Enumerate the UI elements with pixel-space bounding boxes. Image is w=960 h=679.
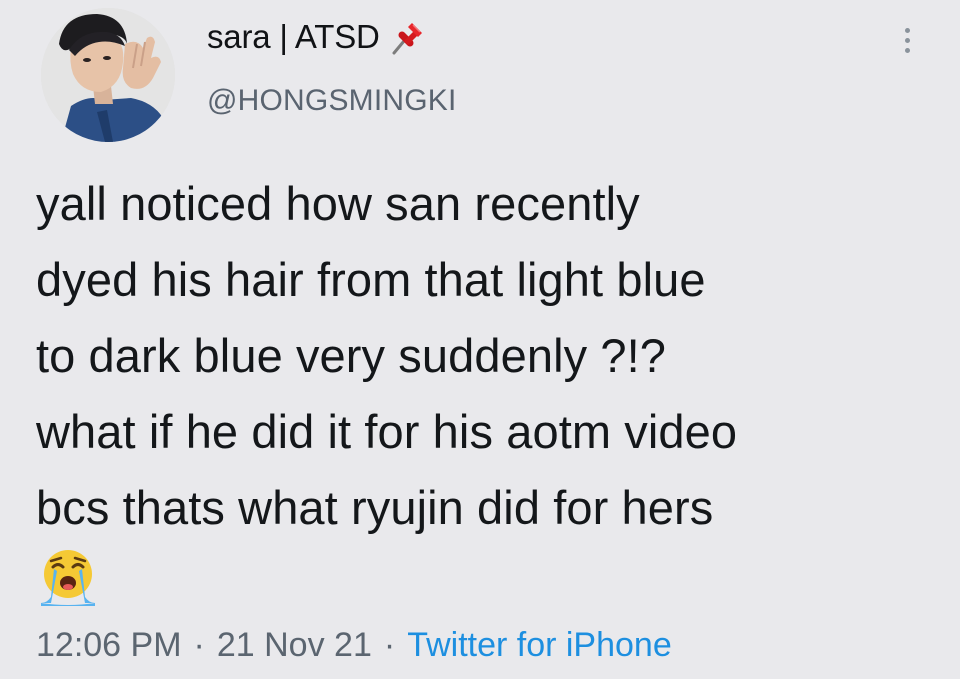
dot-icon xyxy=(904,37,910,43)
avatar-photo xyxy=(41,8,175,142)
author-name-row[interactable]: sara | ATSD xyxy=(207,18,426,56)
tweet-time[interactable]: 12:06 PM xyxy=(36,626,182,665)
tweet-text-line: what if he did it for his aotm video xyxy=(36,405,738,458)
pushpin-emoji-icon xyxy=(390,19,426,55)
author-handle[interactable]: @HONGSMINGKI xyxy=(207,84,457,118)
dot-icon xyxy=(904,27,910,33)
loudly-crying-face-icon xyxy=(37,545,99,607)
tweet-text-line: bcs thats what ryujin did for hers xyxy=(36,481,714,534)
meta-separator: · xyxy=(193,626,205,664)
tweet-text-line: to dark blue very suddenly ?!? xyxy=(36,329,667,382)
tweet-source-link[interactable]: Twitter for iPhone xyxy=(407,626,672,665)
tweet-card: sara | ATSD @HONGSMINGKI yall noticed ho… xyxy=(0,0,960,679)
tweet-text-line: yall noticed how san recently xyxy=(36,177,640,230)
tweet-meta: 12:06 PM · 21 Nov 21 · Twitter for iPhon… xyxy=(36,626,672,665)
more-options-button[interactable] xyxy=(890,20,924,60)
meta-separator: · xyxy=(383,626,396,664)
tweet-text-line: dyed his hair from that light blue xyxy=(36,253,706,306)
display-name[interactable]: sara | ATSD xyxy=(207,18,380,56)
dot-icon xyxy=(904,47,910,53)
tweet-date[interactable]: 21 Nov 21 xyxy=(217,626,372,665)
avatar[interactable] xyxy=(41,8,175,142)
tweet-text: yall noticed how san recently dyed his h… xyxy=(36,166,936,546)
